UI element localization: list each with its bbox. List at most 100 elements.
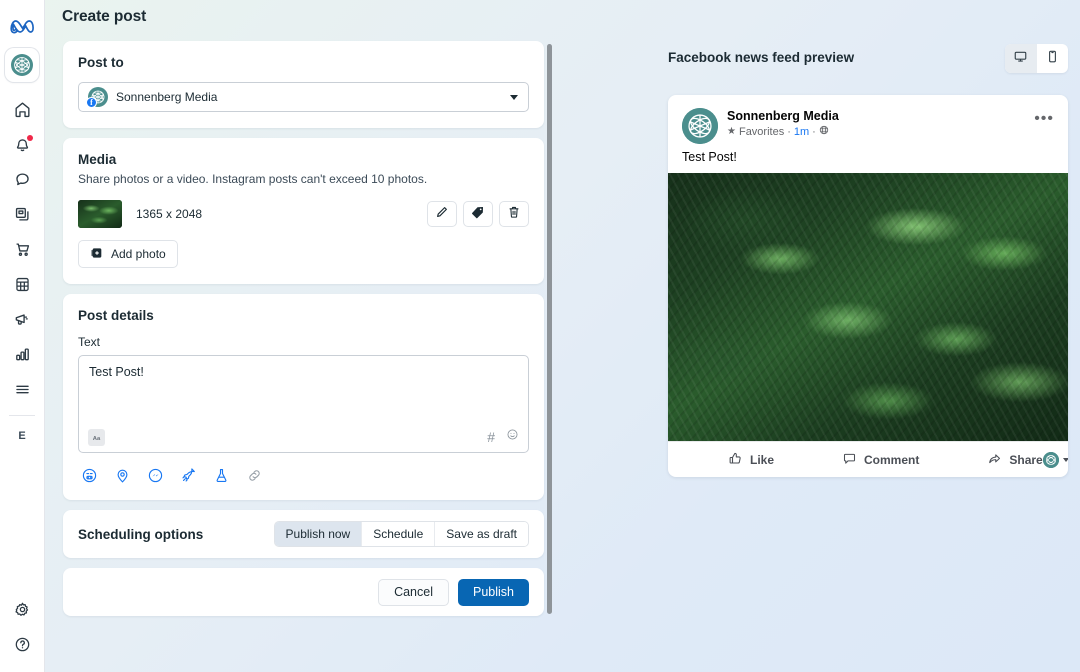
sidebar-item-notifications[interactable] — [0, 127, 45, 162]
sidebar-item-settings[interactable] — [0, 592, 45, 627]
question-circle-icon — [13, 635, 32, 654]
sidebar-item-letter[interactable]: E — [0, 422, 45, 450]
emoji-picker-button[interactable] — [506, 428, 519, 446]
text-area-right-tools: # — [487, 428, 519, 446]
desktop-view-toggle[interactable] — [1005, 44, 1037, 73]
post-tools-row — [78, 467, 529, 484]
fb-share-label: Share — [1009, 452, 1043, 467]
media-thumbnail[interactable] — [78, 200, 122, 228]
svg-text:Aa: Aa — [93, 435, 101, 441]
fb-timestamp[interactable]: 1m — [794, 126, 809, 138]
post-text-value[interactable]: Test Post! — [79, 356, 528, 388]
add-photo-icon — [90, 246, 104, 263]
sidebar-item-more[interactable] — [0, 372, 45, 407]
form-footer-card: Cancel Publish — [63, 568, 544, 616]
fb-post-body-text: Test Post! — [682, 150, 737, 164]
scheduling-option-publish-now[interactable]: Publish now — [274, 522, 363, 546]
fb-post-image[interactable] — [668, 173, 1068, 441]
post-to-card: Post to f Sonnenberg Media — [63, 41, 544, 128]
separator-2: · — [812, 125, 816, 138]
fb-comment-label: Comment — [864, 452, 920, 467]
globe-icon — [819, 125, 829, 138]
media-card: Media Share photos or a video. Instagram… — [63, 138, 544, 284]
sidebar-item-commerce[interactable] — [0, 232, 45, 267]
avatar — [1042, 451, 1059, 468]
sidebar-item-pages[interactable] — [0, 197, 45, 232]
cancel-button[interactable]: Cancel — [378, 578, 449, 606]
link-icon[interactable] — [246, 467, 263, 484]
fb-share-as-account-selector[interactable] — [1042, 451, 1068, 468]
thumbs-up-icon — [728, 451, 743, 469]
page-title: Create post — [62, 8, 147, 25]
chat-bubble-icon — [13, 170, 32, 189]
post-to-select[interactable]: f Sonnenberg Media — [78, 82, 529, 112]
post-text-area[interactable]: Test Post! Aa # — [78, 355, 529, 453]
trash-icon — [507, 205, 521, 224]
hamburger-menu-icon — [13, 380, 32, 399]
hashtag-button[interactable]: # — [487, 430, 495, 444]
scheduling-option-group: Publish now Schedule Save as draft — [273, 521, 529, 547]
tag-icon — [471, 205, 485, 224]
media-dimensions: 1365 x 2048 — [136, 207, 203, 221]
publish-button[interactable]: Publish — [458, 578, 529, 606]
media-actions — [427, 201, 529, 227]
sidebar-bottom-group — [0, 592, 45, 672]
fb-post-menu-button[interactable]: ••• — [1034, 108, 1054, 127]
sidebar-item-help[interactable] — [0, 627, 45, 662]
share-arrow-icon — [987, 451, 1002, 469]
scrollbar-thumb[interactable] — [547, 44, 552, 614]
boost-rocket-icon[interactable] — [180, 467, 197, 484]
home-icon — [13, 100, 32, 119]
fb-post-meta: Sonnenberg Media ★ Favorites · 1m · — [727, 108, 839, 138]
text-format-button[interactable]: Aa — [88, 428, 105, 446]
media-description: Share photos or a video. Instagram posts… — [78, 172, 428, 186]
fb-post-subline: ★ Favorites · 1m · — [727, 125, 839, 138]
pencil-icon — [435, 205, 449, 224]
avatar: f — [86, 87, 108, 108]
fb-like-button[interactable]: Like — [728, 451, 774, 469]
tag-media-button[interactable] — [463, 201, 493, 227]
scheduling-option-save-as-draft[interactable]: Save as draft — [435, 522, 528, 546]
mobile-view-toggle[interactable] — [1037, 44, 1069, 73]
bar-chart-icon — [13, 345, 32, 364]
megaphone-icon — [13, 310, 32, 329]
sidebar-item-messages[interactable] — [0, 162, 45, 197]
sidebar-account-avatar[interactable] — [5, 48, 39, 82]
sidebar-item-home[interactable] — [0, 92, 45, 127]
add-photo-button[interactable]: Add photo — [78, 240, 178, 268]
facebook-post-preview: Sonnenberg Media ★ Favorites · 1m · ••• … — [668, 95, 1068, 477]
edit-media-button[interactable] — [427, 201, 457, 227]
fb-author-name[interactable]: Sonnenberg Media — [727, 109, 839, 123]
media-item-row: 1365 x 2048 — [78, 200, 529, 228]
scheduling-option-schedule[interactable]: Schedule — [362, 522, 436, 546]
text-field-label: Text — [78, 335, 101, 349]
location-pin-icon[interactable] — [114, 467, 131, 484]
mobile-icon — [1045, 49, 1060, 69]
separator-1: · — [787, 125, 791, 138]
monitor-icon — [1013, 49, 1028, 69]
media-heading: Media — [78, 152, 117, 167]
facebook-badge-icon: f — [86, 97, 97, 108]
delete-media-button[interactable] — [499, 201, 529, 227]
comment-bubble-icon — [842, 451, 857, 469]
meta-logo[interactable] — [0, 8, 45, 42]
text-area-toolbar: Aa # — [79, 422, 528, 452]
post-to-selected-value: Sonnenberg Media — [116, 90, 218, 104]
avatar — [682, 108, 718, 144]
fb-post-actions: Like Comment Share — [668, 441, 1068, 477]
notification-badge-dot — [26, 135, 33, 141]
post-details-card: Post details Text Test Post! Aa # — [63, 294, 544, 500]
scheduling-card: Scheduling options Publish now Schedule … — [63, 510, 544, 558]
preview-heading: Facebook news feed preview — [668, 50, 855, 65]
gear-icon — [13, 600, 32, 619]
sidebar-item-ads[interactable] — [0, 302, 45, 337]
feeling-activity-icon[interactable] — [81, 467, 98, 484]
create-post-form: Post to f Sonnenberg Media Media Share p… — [63, 41, 544, 672]
fb-share-button[interactable]: Share — [987, 451, 1043, 469]
ab-test-flask-icon[interactable] — [213, 467, 230, 484]
fb-comment-button[interactable]: Comment — [842, 451, 919, 469]
messenger-icon[interactable] — [147, 467, 164, 484]
left-nav-sidebar: E — [0, 0, 45, 672]
sidebar-item-insights[interactable] — [0, 337, 45, 372]
sidebar-item-catalog[interactable] — [0, 267, 45, 302]
